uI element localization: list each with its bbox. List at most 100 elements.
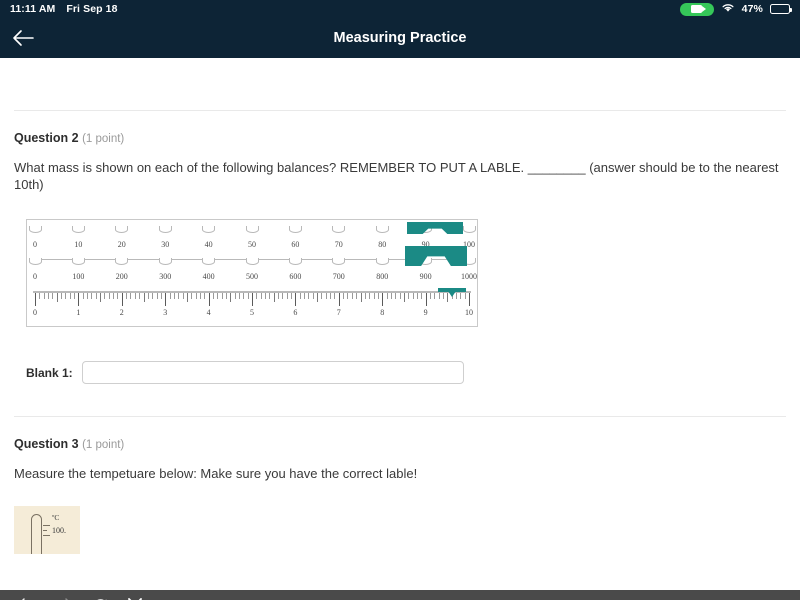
ruler-tick (61, 293, 63, 299)
ruler-tick (403, 293, 405, 302)
beam-notch (71, 226, 85, 233)
ruler-tick (48, 293, 50, 299)
ruler-tick (208, 293, 210, 306)
ruler-tick (95, 293, 97, 299)
beam-label: 10 (74, 240, 83, 249)
beam-label: 400 (202, 272, 215, 281)
ruler-tick (325, 293, 327, 299)
ruler-tick (460, 293, 462, 299)
ruler-tick (74, 293, 76, 299)
beam-label: 500 (246, 272, 258, 281)
beam-label: 300 (159, 272, 172, 281)
beam-label: 0 (33, 272, 37, 281)
ruler-tick (416, 293, 418, 299)
ruler-tick (434, 293, 436, 299)
quiz-content-scroll[interactable]: Question 2 (1 point) What mass is shown … (0, 58, 800, 590)
beam-label: 800 (376, 272, 389, 281)
ruler-tick (442, 293, 444, 299)
beam-label: 60 (291, 240, 300, 249)
blank-1-input[interactable] (81, 361, 464, 384)
ruler-tick (39, 293, 41, 299)
ruler-tick (243, 293, 245, 299)
ruler-tick (52, 293, 54, 299)
beam-label: 700 (332, 272, 345, 281)
ruler-tick (134, 293, 136, 299)
ruler-tick (238, 293, 240, 299)
ruler-tick (35, 293, 36, 306)
ruler-tick (91, 293, 93, 299)
ruler-label: 8 (380, 308, 385, 317)
beam-label: 900 (419, 272, 432, 281)
ruler-label: 0 (33, 308, 37, 317)
beam-label: 100 (72, 272, 85, 281)
ruler-tick (191, 293, 193, 299)
beam-notch (158, 226, 172, 233)
beam-notch (462, 226, 476, 233)
ruler-tick (330, 293, 332, 299)
status-bar: 11:11 AM Fri Sep 18 47% (0, 0, 800, 18)
ruler-tick (221, 293, 223, 299)
status-bar-right: 47% (679, 2, 792, 16)
ruler-label: 9 (423, 308, 428, 317)
beam-label: 50 (248, 240, 256, 249)
ruler-tick (390, 293, 392, 299)
ruler-tick (108, 293, 110, 299)
blank-1-row: Blank 1: (0, 327, 800, 384)
thermometer-unit-label: ºC (52, 513, 60, 522)
ruler-tick (56, 293, 58, 302)
ruler-tick (256, 293, 258, 299)
ruler-tick (186, 293, 188, 302)
ruler-tick (321, 293, 323, 299)
question-3-points: (1 point) (82, 439, 125, 451)
ruler-tick (195, 293, 197, 299)
ruler-tick (286, 293, 288, 299)
ruler-tick (78, 293, 80, 306)
ruler-beam-labels: 0 1 2 3 4 5 6 7 8 9 10 (33, 308, 473, 320)
ruler-tick (225, 293, 227, 299)
ruler-tick (408, 293, 410, 299)
ruler-label: 1 (76, 308, 81, 317)
ruler-tick (117, 293, 119, 299)
question-2-label: Question 2 (14, 131, 79, 145)
toolbar-reload-button[interactable] (92, 597, 109, 600)
balance-image-wrap: 0 10 20 30 40 50 60 70 80 90 100 0 100 200 300 400 500 6… (0, 193, 800, 327)
ruler-label: 7 (336, 308, 341, 317)
question-3-heading: Question 3 (1 point) (14, 417, 786, 451)
browser-toolbar (0, 590, 800, 600)
ruler-tick (291, 293, 293, 299)
back-arrow-icon (13, 30, 34, 46)
beam-notch (245, 258, 259, 265)
beam-label: 70 (334, 240, 343, 249)
ruler-tick (269, 293, 271, 299)
ruler-tick (347, 293, 349, 299)
battery-icon (770, 4, 792, 14)
status-date: Fri Sep 18 (66, 3, 118, 15)
ruler-tick (65, 293, 67, 299)
question-2-heading: Question 2 (1 point) (14, 111, 786, 145)
ruler-tick (199, 293, 201, 299)
ruler-tick (87, 293, 89, 299)
beam-notch (375, 226, 389, 233)
thermometer-wrap: ºC 100. (0, 482, 800, 554)
question-3-text: Measure the tempetuare below: Make sure … (14, 466, 418, 481)
ruler-tick (173, 293, 175, 299)
ruler-tick (100, 293, 102, 302)
beam-label: 200 (115, 272, 128, 281)
ruler-tick (273, 293, 275, 302)
ruler-tick (334, 293, 336, 299)
ruler-tick (165, 293, 167, 306)
ruler-tick (386, 293, 388, 299)
header-back-button[interactable] (0, 29, 46, 47)
ruler-tick (343, 293, 345, 299)
ruler-tick (204, 293, 206, 299)
question-2-text: What mass is shown on each of the follow… (14, 160, 779, 192)
ruler-tick (130, 293, 132, 299)
ruler-label: 5 (250, 308, 254, 317)
ruler-tick (299, 293, 301, 299)
ruler-tick (360, 293, 362, 302)
beam-notch (245, 226, 259, 233)
thousands-beam-labels: 0 100 200 300 400 500 600 700 800 900 1000 (33, 272, 477, 286)
beam-notch (115, 258, 129, 265)
ruler-tick (247, 293, 249, 299)
ruler-tick (121, 293, 123, 306)
